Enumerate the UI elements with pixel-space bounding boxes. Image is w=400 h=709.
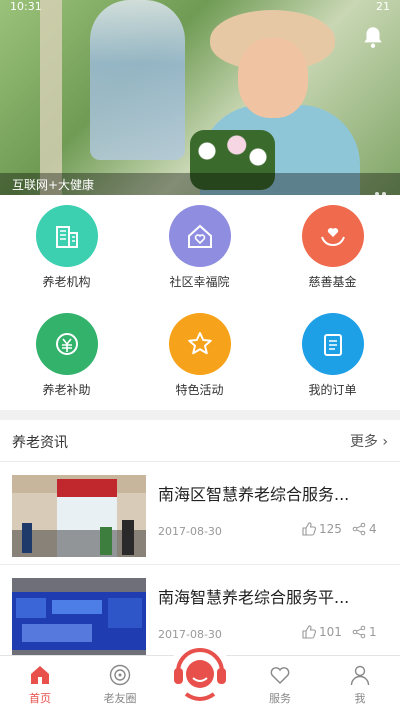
cash-icon <box>36 313 98 375</box>
like-button[interactable]: 125 <box>302 522 342 536</box>
home-icon <box>31 666 49 684</box>
share-icon <box>352 625 366 639</box>
news-header: 养老资讯 更多 › <box>0 420 400 462</box>
news-headline: 南海区智慧养老综合服务... <box>158 485 350 504</box>
nav-item-service[interactable]: 服务 <box>240 656 320 709</box>
grid-item-community-home[interactable]: 社区幸福院 <box>133 195 266 300</box>
bottom-nav: 首页 老友圈 服务 我 <box>0 640 400 709</box>
person-icon <box>350 665 370 686</box>
grid-item-charity-fund[interactable]: 慈善基金 <box>266 195 399 300</box>
grid-label: 我的订单 <box>308 383 357 397</box>
status-battery: 21 <box>376 0 390 13</box>
news-thumbnail <box>12 578 146 660</box>
hero-image-tree <box>40 0 62 195</box>
feature-grid: 养老机构 社区幸福院 慈善基金 养老补助 特色活动 我的订单 <box>0 195 400 410</box>
nav-item-customer-service[interactable] <box>168 638 232 702</box>
building-icon <box>36 205 98 267</box>
news-list-item[interactable]: 南海区智慧养老综合服务... 2017-08-30 125 4 <box>0 463 400 565</box>
hands-heart-icon <box>302 205 364 267</box>
thumbs-up-icon <box>302 522 316 536</box>
share-button[interactable]: 4 <box>352 522 377 536</box>
news-thumbnail <box>12 475 146 557</box>
like-button[interactable]: 101 <box>302 625 342 639</box>
heart-icon <box>270 667 290 684</box>
grid-item-elderly-institution[interactable]: 养老机构 <box>0 195 133 300</box>
hero-caption: 互联网+大健康 <box>12 178 95 192</box>
news-date: 2017-08-30 <box>158 525 222 538</box>
grid-item-special-activity[interactable]: 特色活动 <box>133 303 266 408</box>
circle-icon <box>109 664 131 686</box>
carousel-dots <box>372 181 388 195</box>
headset-icon <box>170 640 230 701</box>
house-heart-icon <box>169 205 231 267</box>
like-count: 125 <box>319 522 342 536</box>
nav-label: 服务 <box>269 692 291 705</box>
like-count: 101 <box>319 625 342 639</box>
nav-label: 我 <box>354 692 366 705</box>
share-icon <box>352 522 366 536</box>
nav-item-home[interactable]: 首页 <box>0 656 80 709</box>
star-icon <box>169 313 231 375</box>
share-count: 4 <box>369 522 377 536</box>
news-headline: 南海智慧养老综合服务平... <box>158 588 350 607</box>
grid-item-my-orders[interactable]: 我的订单 <box>266 303 399 408</box>
grid-label: 慈善基金 <box>308 275 357 289</box>
hero-image-woman-face <box>238 38 308 118</box>
hero-caption-bar: 互联网+大健康 <box>0 173 400 195</box>
hero-banner[interactable]: 10:31 21 互联网+大健康 <box>0 0 400 195</box>
grid-label: 养老补助 <box>42 383 91 397</box>
nav-label: 首页 <box>29 692 51 705</box>
grid-label: 特色活动 <box>175 383 224 397</box>
nav-item-friends-circle[interactable]: 老友圈 <box>80 656 160 709</box>
news-more-link[interactable]: 更多 › <box>350 431 388 451</box>
thumbs-up-icon <box>302 625 316 639</box>
nav-item-me[interactable]: 我 <box>320 656 400 709</box>
grid-label: 社区幸福院 <box>169 275 230 289</box>
chevron-right-icon: › <box>377 434 388 450</box>
nav-label: 老友圈 <box>103 692 137 705</box>
status-time: 10:31 <box>10 0 42 13</box>
clipboard-icon <box>302 313 364 375</box>
grid-label: 养老机构 <box>42 275 91 289</box>
news-section-title: 养老资讯 <box>12 435 68 451</box>
grid-item-elderly-subsidy[interactable]: 养老补助 <box>0 303 133 408</box>
bell-icon[interactable] <box>360 24 386 50</box>
hero-image-man <box>90 0 185 160</box>
status-bar: 10:31 21 <box>0 0 400 14</box>
news-more-label: 更多 <box>349 434 378 450</box>
share-button[interactable]: 1 <box>352 625 377 639</box>
section-divider <box>0 410 400 420</box>
share-count: 1 <box>369 625 377 639</box>
